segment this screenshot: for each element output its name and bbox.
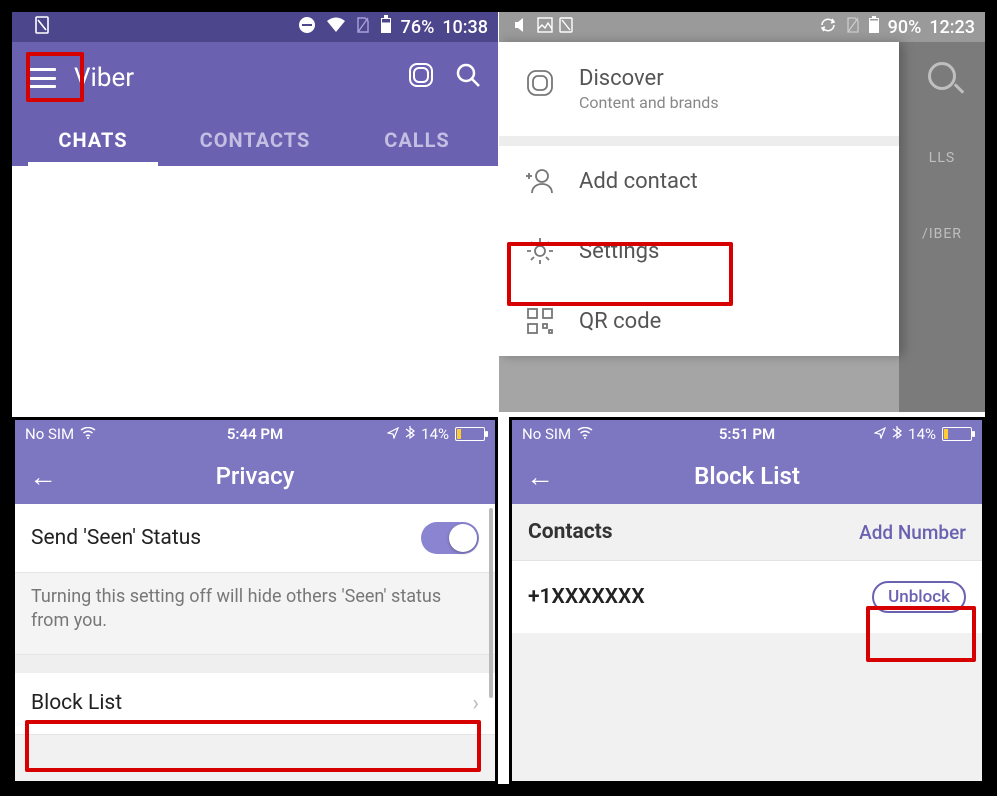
search-icon (928, 62, 956, 90)
toggle-send-seen[interactable] (421, 522, 479, 554)
battery-icon (379, 15, 393, 40)
label-stub: /IBER (922, 226, 962, 242)
dnd-icon (297, 15, 317, 40)
battery-icon (942, 427, 972, 441)
viber-logo-icon[interactable] (406, 60, 436, 97)
no-sim-icon (846, 17, 860, 38)
tab-chats[interactable]: CHATS (12, 114, 174, 166)
blocked-number: +1XXXXXXX (528, 585, 645, 609)
screen-header: ← Privacy (15, 448, 495, 504)
menu-label: Discover (579, 66, 719, 91)
row-send-seen-status[interactable]: Send 'Seen' Status (15, 504, 495, 573)
qr-icon (523, 304, 557, 338)
clock-text: 5:44 PM (15, 425, 495, 443)
status-bar: 76% 10:38 (12, 12, 498, 42)
clock-text: 12:23 (929, 17, 975, 38)
panel-block-list: No SIM 5:51 PM 14% ← Block List Contacts (509, 417, 985, 784)
no-sim-icon (355, 16, 371, 39)
tab-contacts[interactable]: CONTACTS (174, 114, 336, 166)
battery-icon (868, 16, 880, 39)
status-bar: No SIM 5:51 PM 14% (512, 420, 982, 448)
row-description: Turning this setting off will hide other… (15, 573, 495, 655)
scrollbar[interactable] (489, 508, 493, 698)
panel-privacy: No SIM 5:44 PM 14% ← Privacy Send 'Seen'… (12, 417, 498, 784)
add-number-link[interactable]: Add Number (859, 521, 966, 544)
screen-header: ← Block List (512, 448, 982, 504)
wifi-icon (325, 16, 347, 39)
status-bar: 90% 12:23 (499, 12, 985, 42)
highlight-block-list (25, 720, 481, 772)
section-label: Contacts (528, 520, 613, 544)
image-icon (537, 17, 553, 38)
divider (499, 136, 899, 146)
chats-empty-body (12, 166, 498, 412)
tab-bar: CHATS CONTACTS CALLS (12, 114, 498, 166)
discover-icon (523, 66, 557, 100)
clock-text: 10:38 (442, 17, 488, 38)
battery-text: 90% (888, 17, 922, 38)
menu-item-add-contact[interactable]: Add contact (499, 146, 899, 216)
notification-icon (559, 17, 573, 38)
header-title: Privacy (15, 462, 495, 490)
side-drawer: Discover Content and brands Add contact … (499, 42, 899, 356)
clock-text: 5:51 PM (512, 425, 982, 443)
menu-sublabel: Content and brands (579, 93, 719, 112)
row-label: Block List (31, 691, 122, 715)
highlight-menu-button (26, 52, 84, 102)
menu-label: QR code (579, 309, 661, 334)
battery-text: 76% (401, 17, 435, 38)
battery-icon (455, 427, 485, 441)
row-label: Send 'Seen' Status (31, 526, 201, 550)
tab-calls[interactable]: CALLS (336, 114, 498, 166)
status-bar: No SIM 5:44 PM 14% (15, 420, 495, 448)
dimmed-background: LLS /IBER (899, 42, 985, 412)
menu-item-discover[interactable]: Discover Content and brands (499, 42, 899, 136)
section-header: Contacts Add Number (512, 504, 982, 561)
panel-viber-home: 76% 10:38 Viber CHATS CONTACTS CALLS (12, 12, 498, 412)
notification-icon (34, 16, 50, 39)
header-title: Block List (512, 462, 982, 490)
panel-side-menu: 90% 12:23 LLS /IBER Discover Content and… (499, 12, 985, 412)
menu-label: Add contact (579, 169, 698, 194)
sync-icon (818, 16, 838, 39)
tab-stub: LLS (929, 150, 955, 166)
highlight-settings (507, 242, 733, 306)
section-gap (15, 655, 495, 673)
search-icon[interactable] (454, 61, 482, 96)
chevron-right-icon: › (472, 691, 479, 716)
app-title: Viber (74, 63, 388, 93)
volume-icon (513, 17, 531, 38)
highlight-unblock (866, 606, 976, 662)
app-bar: Viber (12, 42, 498, 114)
add-contact-icon (523, 164, 557, 198)
